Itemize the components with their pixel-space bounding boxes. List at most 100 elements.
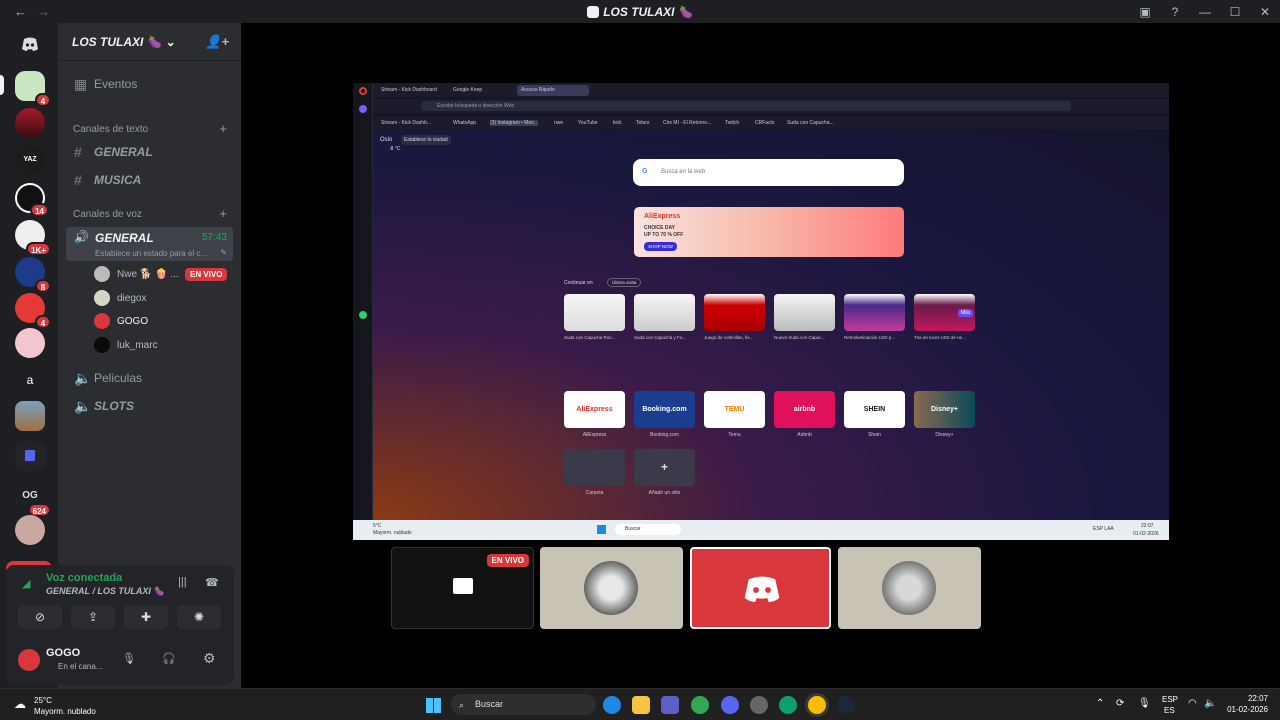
disconnect-icon[interactable]: ☎ [205,576,219,589]
inner-taskbar: 5°C Mayorm. nublado Buscar ESP LAA 22:07… [353,520,1169,540]
guild-name: LOS TULAXI 🍆 [72,34,162,49]
browser-tab: Acceso Rápido [517,85,589,96]
address-input: Escribir búsqueda o dirección Web [421,101,1071,111]
text-category[interactable]: Canales de texto [73,124,148,135]
gear-icon[interactable]: ⚙ [203,650,216,667]
close-button[interactable]: ✕ [1250,5,1280,19]
back-arrow-icon[interactable]: ← [14,4,27,19]
participant-tile-speaking[interactable] [690,547,831,629]
chrome-icon[interactable] [691,696,709,714]
server-icon[interactable] [15,515,45,545]
server-icon[interactable]: 4 [15,293,51,329]
chrome-active-icon[interactable] [808,696,826,714]
headphones-icon[interactable]: 🎧 [162,652,176,665]
sync-icon[interactable]: ⟳ [1116,698,1124,709]
events-item[interactable]: ▦ Eventos [66,72,233,96]
app-icon[interactable] [750,696,768,714]
server-icon[interactable]: 1K+ [15,220,51,256]
minimize-button[interactable]: — [1190,5,1220,19]
server-icon[interactable]: OG 624 [15,481,51,517]
channel-general[interactable]: # GENERAL [66,140,233,164]
avatar [94,313,110,329]
server-icon[interactable] [15,108,45,138]
chevron-up-icon[interactable]: ⌃ [1096,698,1104,709]
avatar [94,337,110,353]
voice-channel-path[interactable]: GENERAL / LOS TULAXI 🍆 [46,586,165,597]
browser-tabs: Stream - Kick Dashboard Google Keep Acce… [373,83,1169,97]
windows-icon [597,525,606,534]
voice-channel-peliculas[interactable]: 🔈 Peliculas [66,366,233,390]
participant-tile[interactable] [838,547,981,629]
voice-user[interactable]: GOGO [94,311,148,331]
teams-icon[interactable] [661,696,679,714]
server-icon[interactable]: a [15,365,45,395]
camera-off-button[interactable]: ⊘ [18,605,62,629]
server-icon[interactable]: YAZ [15,145,45,175]
opera-icon [359,87,367,95]
user-name: GOGO [46,647,81,659]
voice-channel-slots[interactable]: 🔈 SLOTS [66,394,233,418]
forward-arrow-icon[interactable]: → [37,4,50,19]
pencil-icon[interactable]: ✎ [220,248,227,257]
recent-thumbnail [564,294,625,331]
server-icon[interactable]: 4 [15,71,51,107]
channel-musica[interactable]: # MUSICA [66,168,233,192]
edge-icon[interactable] [603,696,621,714]
wifi-icon[interactable]: ◠ [1188,698,1197,709]
participant-tile[interactable] [540,547,683,629]
cloud-icon: ☁ [14,697,26,711]
server-icon[interactable] [15,328,45,358]
voice-status[interactable]: Voz conectada [46,572,122,584]
clock[interactable]: 22:07 01-02-2026 [1227,693,1268,715]
activities-button[interactable]: ✚ [124,605,168,629]
help-icon[interactable]: ? [1160,5,1190,19]
participant-tile-stream[interactable]: EN VIVO [391,547,534,629]
voice-timer: 57:43 [201,232,227,243]
discord-home-icon[interactable] [15,29,45,59]
microphone-icon[interactable]: 🎙 [1138,698,1151,709]
search-input: Busca en la web [633,159,904,186]
search-icon: ⌕ [459,700,465,710]
folder-icon[interactable] [15,441,45,471]
avatar[interactable] [18,649,40,671]
voice-user[interactable]: diegox [94,288,146,308]
add-channel-icon[interactable]: + [219,121,227,136]
server-icon[interactable] [15,401,45,431]
stream-screen[interactable]: Stream - Kick Dashboard Google Keep Acce… [353,83,1169,540]
microphone-icon[interactable]: 🎙 [122,652,136,665]
server-icon[interactable]: 8 [15,257,51,293]
recent-thumbnail [774,294,835,331]
windows-start-icon[interactable] [426,698,441,713]
voice-category[interactable]: Canales de voz [73,209,142,220]
volume-icon[interactable]: 🔈 [1204,698,1216,709]
browser-tab: Stream - Kick Dashboard [381,87,437,93]
guild-header[interactable]: LOS TULAXI 🍆 ⌄ 👤+ [58,23,241,61]
discord-icon[interactable] [721,696,739,714]
soundboard-button[interactable]: ✺ [177,605,221,629]
taskbar-search[interactable]: Buscar [451,694,596,715]
windows-taskbar: ☁ 25°C Mayorm. nublado Buscar ⌕ ⌃ ⟳ 🎙 ES… [0,688,1280,720]
calendar-icon: ▦ [74,75,88,92]
folder-dial [564,449,625,486]
avatar [94,290,110,306]
file-explorer-icon[interactable] [632,696,650,714]
voice-channel-general[interactable]: 🔊 GENERAL 57:43 Establece un estado para… [66,227,233,261]
voice-user[interactable]: luk_marc [94,335,158,355]
maximize-button[interactable]: ☐ [1220,5,1250,19]
edge-dev-icon[interactable] [779,696,797,714]
inbox-icon[interactable]: ▣ [1130,5,1160,19]
add-member-icon[interactable]: 👤+ [205,34,229,50]
guild-icon [587,6,600,18]
window-title: LOS TULAXI 🍆 [0,5,1280,19]
steam-icon[interactable] [837,696,855,714]
voice-user[interactable]: Nwe 🐕 🍿 ... [94,264,179,284]
add-channel-icon[interactable]: + [219,206,227,221]
server-icon[interactable]: 14 [15,183,49,217]
user-status: En el cana... [58,662,103,671]
speed-dial: Disney+ [914,391,975,428]
share-screen-button[interactable]: ⇪ [71,605,115,629]
browser-address-bar: Escribir búsqueda o dirección Web [373,99,1169,113]
hashtag-icon: # [74,144,82,160]
soundwave-icon[interactable]: ||| [178,576,187,588]
channel-status[interactable]: Establece un estado para el c... [95,249,207,258]
